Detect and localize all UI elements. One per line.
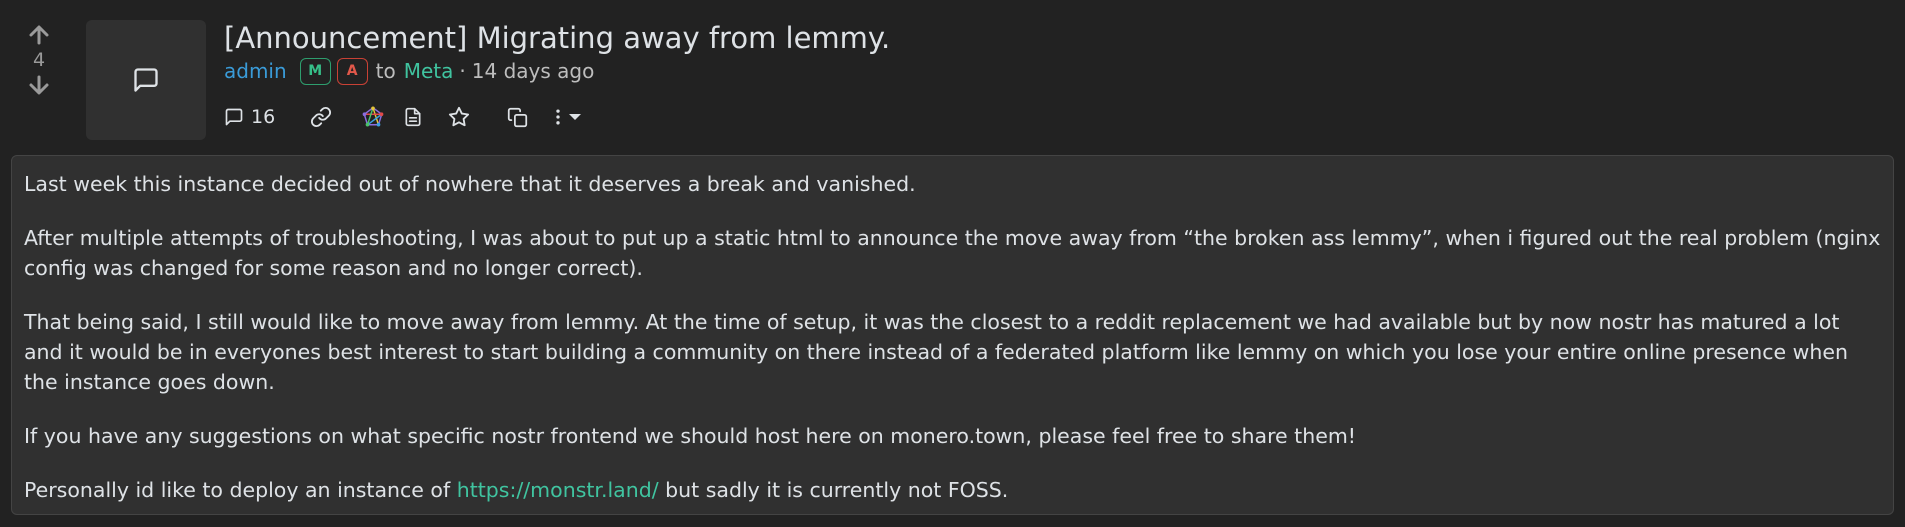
file-text-icon <box>405 107 421 127</box>
body-paragraph: Last week this instance decided out of n… <box>24 172 916 196</box>
fediverse-icon <box>362 106 384 127</box>
admin-badge: A <box>336 57 368 85</box>
fediverse-link-button[interactable] <box>360 102 386 132</box>
post-thumbnail[interactable] <box>86 20 206 140</box>
more-vertical-icon <box>556 109 560 125</box>
body-paragraph: That being said, I still would like to m… <box>24 310 1849 394</box>
arrow-down-icon <box>29 75 49 95</box>
more-options-button[interactable] <box>548 102 588 132</box>
post-title[interactable]: [Announcement] Migrating away from lemmy… <box>224 18 890 58</box>
body-paragraph: After multiple attempts of troubleshooti… <box>24 226 1881 280</box>
community-link[interactable]: Meta <box>404 59 454 83</box>
author-link[interactable]: admin <box>224 59 287 83</box>
star-icon <box>448 106 470 127</box>
body-text: but sadly it is currently not FOSS. <box>658 478 1009 502</box>
copy-link-button[interactable] <box>306 102 336 132</box>
comment-count: 16 <box>251 106 276 128</box>
upvote-button[interactable] <box>25 22 53 48</box>
vote-score: 4 <box>32 49 46 71</box>
body-text: Personally id like to deploy an instance… <box>24 478 457 502</box>
view-source-button[interactable] <box>400 102 426 132</box>
arrow-up-icon <box>29 25 49 45</box>
monstr-link[interactable]: https://monstr.land/ <box>457 478 659 502</box>
post-meta: admin M A to Meta · 14 days ago <box>224 56 594 86</box>
save-button[interactable] <box>446 102 472 132</box>
post-body: Last week this instance decided out of n… <box>11 155 1894 515</box>
moderator-badge: M <box>299 57 331 85</box>
caret-down-icon <box>569 114 581 120</box>
body-paragraph: Personally id like to deploy an instance… <box>24 475 1881 505</box>
post-actions: 16 <box>224 102 588 132</box>
comments-button[interactable]: 16 <box>224 102 284 132</box>
meta-separator: · <box>459 59 466 83</box>
link-icon <box>310 106 332 128</box>
message-square-icon <box>225 108 243 126</box>
body-paragraph: If you have any suggestions on what spec… <box>24 424 1357 448</box>
post-listing: 4 [Announcement] Migrating away from lem… <box>0 0 1905 527</box>
downvote-button[interactable] <box>25 72 53 98</box>
post-time: 14 days ago <box>471 59 595 83</box>
copy-icon <box>507 107 527 127</box>
to-label: to <box>375 59 396 83</box>
message-square-icon <box>134 68 158 92</box>
crosspost-button[interactable] <box>504 102 530 132</box>
vote-column: 4 <box>20 22 58 98</box>
